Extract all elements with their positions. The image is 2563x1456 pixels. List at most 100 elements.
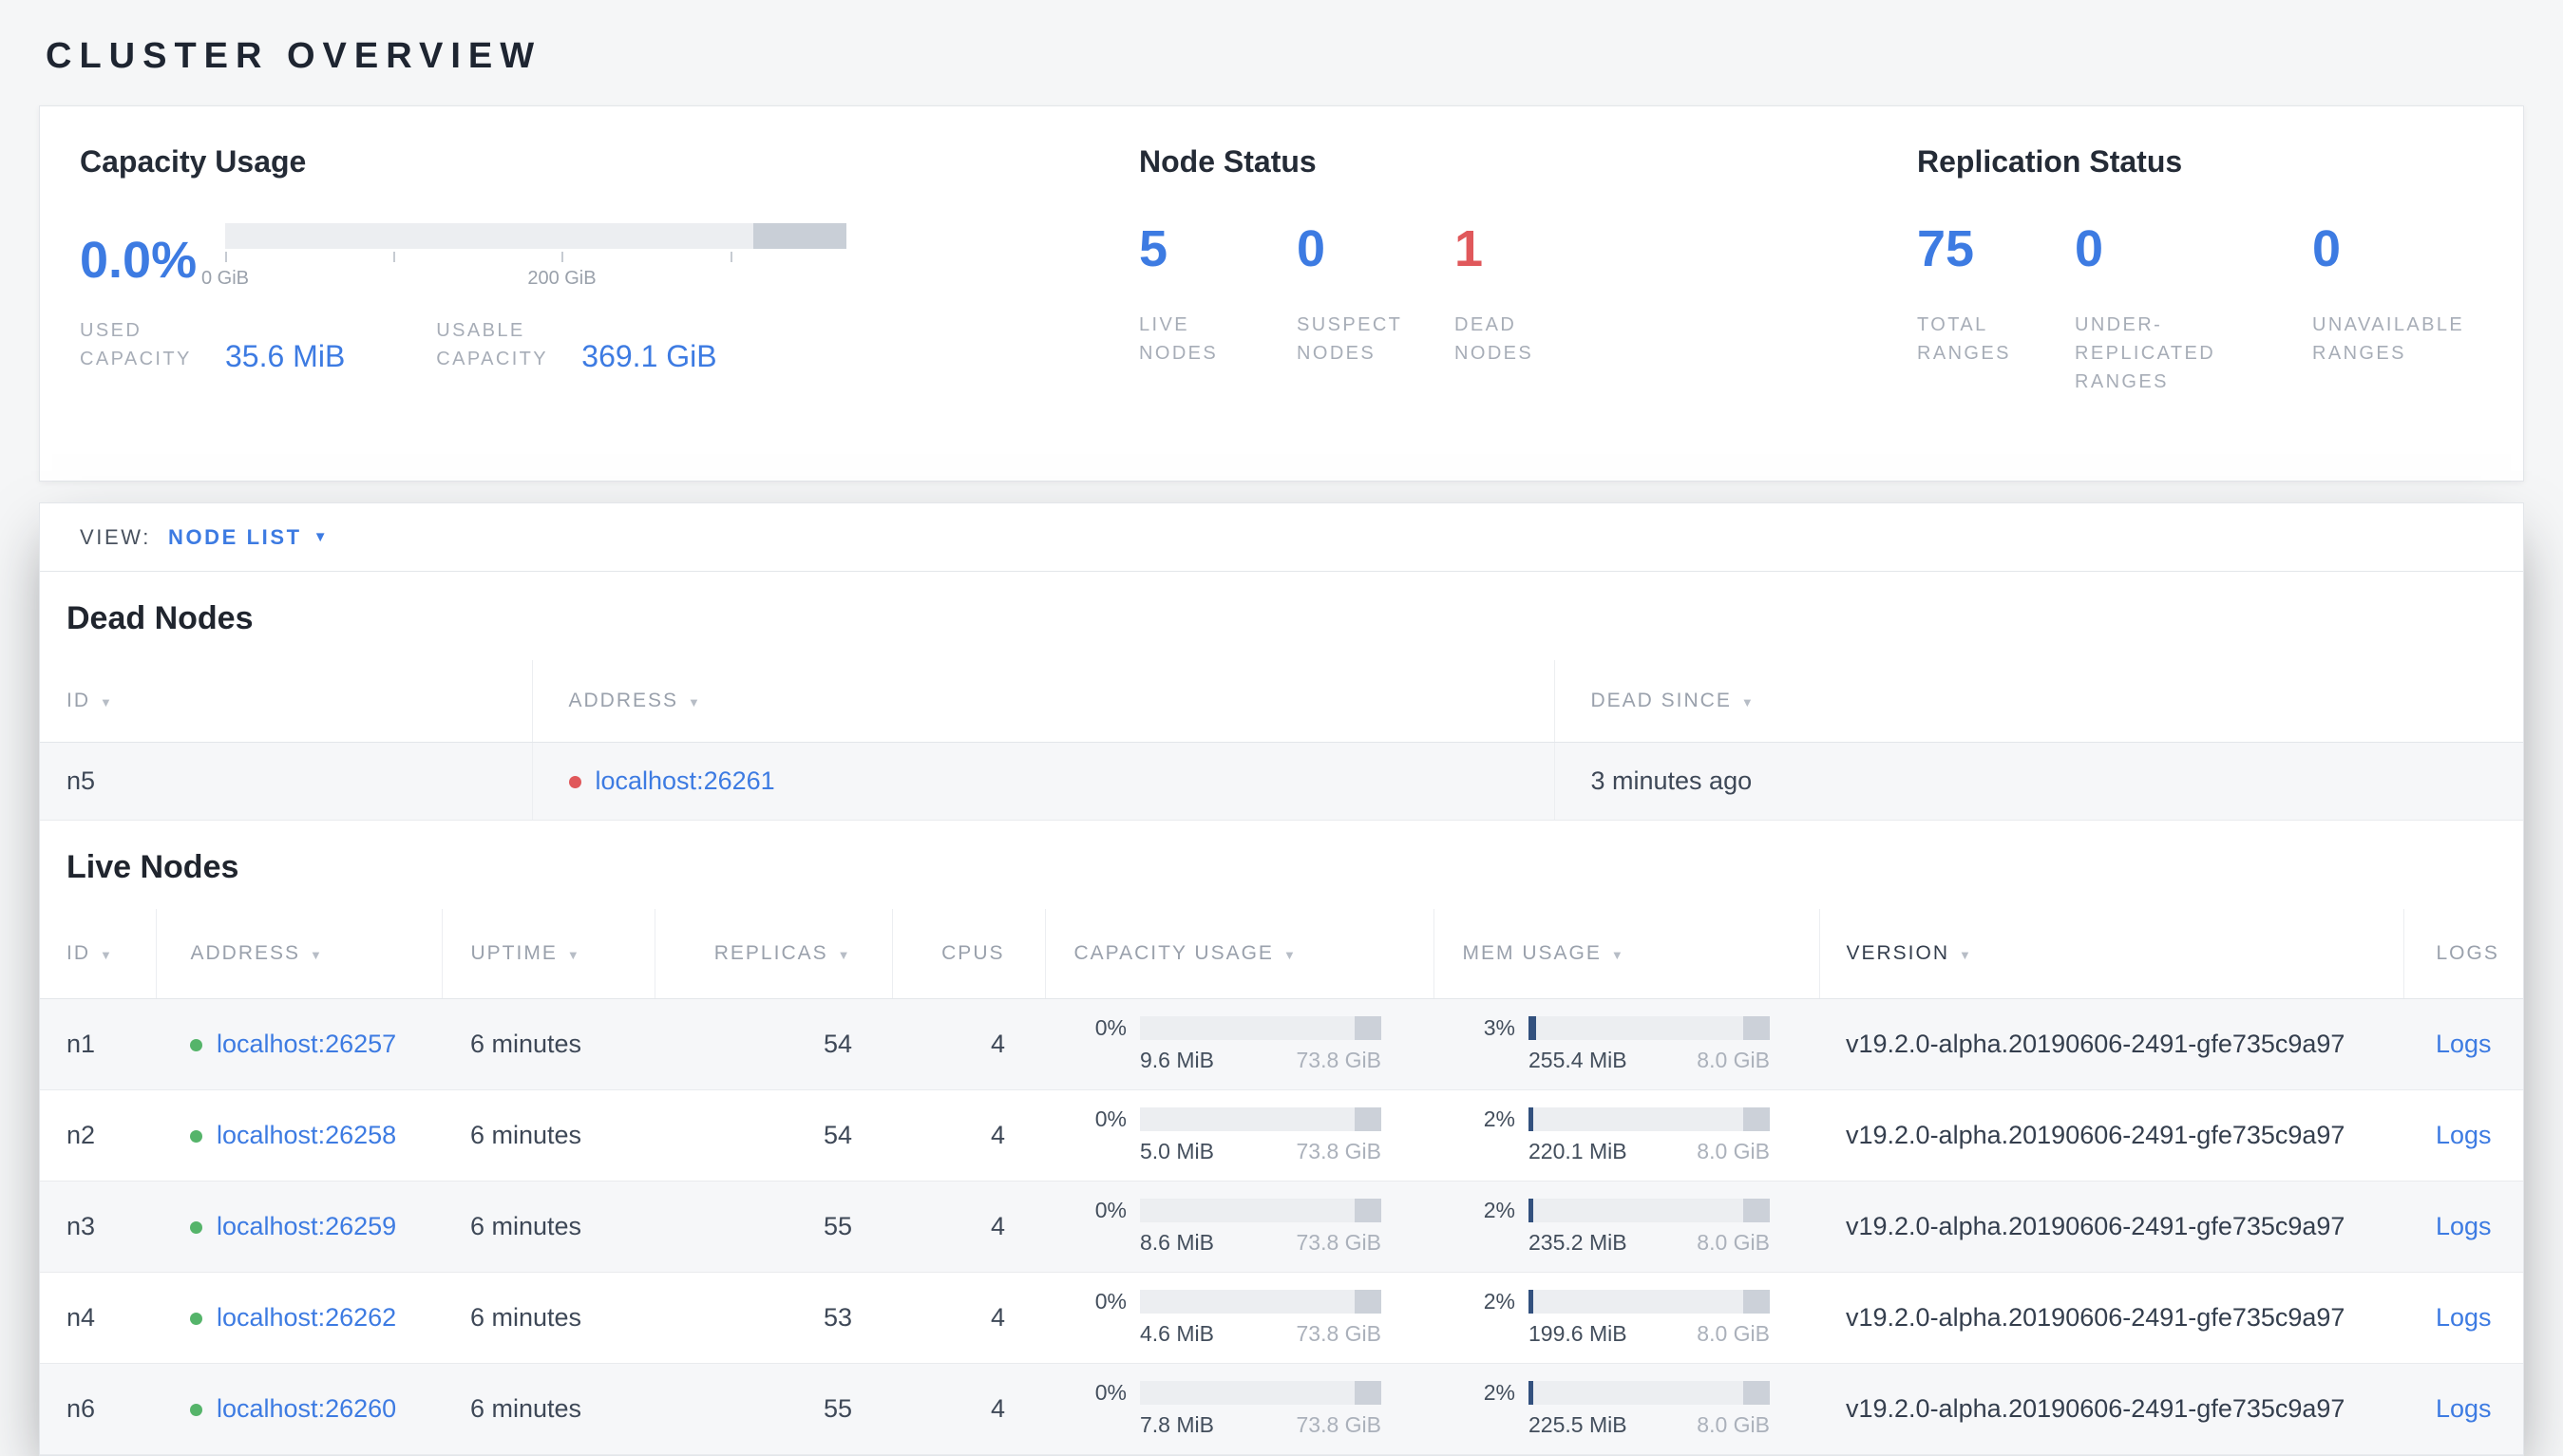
node-list-panel: VIEW: NODE LIST ▼ Dead Nodes ID ▼ ADDRESS…	[39, 502, 2524, 1456]
dead-status-dot-icon	[568, 775, 581, 788]
node-cpus: 4	[892, 1089, 1045, 1182]
capacity-usage-bar	[225, 223, 846, 249]
node-version: v19.2.0-alpha.20190606-2491-gfe735c9a97	[1819, 1089, 2403, 1182]
column-label: ID	[66, 941, 90, 964]
axis-tick-label: 200 GiB	[527, 268, 597, 289]
dead-col-header-dead-since[interactable]: DEAD SINCE ▼	[1553, 660, 2523, 743]
dead-col-header-id[interactable]: ID ▼	[40, 660, 532, 743]
node-replicas: 54	[655, 998, 892, 1090]
mem-usage-cell: 2% 199.6 MiB 8.0 GiB	[1462, 1289, 1819, 1347]
node-cpus: 4	[892, 998, 1045, 1090]
mem-used-value: 235.2 MiB	[1528, 1230, 1627, 1255]
view-bar: VIEW: NODE LIST ▼	[40, 503, 2523, 572]
sort-desc-icon: ▼	[688, 694, 702, 709]
mem-percent: 2%	[1483, 1289, 1515, 1314]
suspect-nodes-count: 0	[1297, 220, 1326, 277]
sort-desc-icon: ▼	[310, 947, 324, 962]
logs-link[interactable]: Logs	[2436, 1121, 2492, 1149]
axis-tick	[561, 252, 564, 262]
unavailable-ranges-count: 0	[2312, 220, 2342, 277]
capacity-usage-bar	[1140, 1107, 1381, 1131]
node-uptime: 6 minutes	[442, 1272, 655, 1364]
axis-tick	[225, 252, 227, 262]
mem-used-value: 255.4 MiB	[1528, 1048, 1627, 1072]
node-id: n1	[40, 998, 156, 1090]
dead-col-header-address[interactable]: ADDRESS ▼	[531, 660, 1554, 743]
live-nodes-count: 5	[1139, 220, 1168, 277]
column-label: MEM USAGE	[1462, 941, 1602, 964]
live-status-dot-icon	[190, 1313, 202, 1326]
bar-segment	[1743, 1199, 1770, 1222]
sort-desc-icon: ▼	[1610, 947, 1625, 962]
column-label: ID	[66, 689, 90, 711]
dead-nodes-label: DEAD NODES	[1454, 314, 1534, 364]
node-status-section: Node Status 5 LIVE NODES 0 SUSPECT NODES…	[1139, 144, 1917, 437]
table-row: n4 localhost:26262 6 minutes 53 4 0% 4.6…	[40, 1272, 2523, 1364]
capacity-used-value: 8.6 MiB	[1140, 1230, 1214, 1255]
node-replicas: 53	[655, 1272, 892, 1364]
node-cpus: 4	[892, 1363, 1045, 1455]
logs-link[interactable]: Logs	[2436, 1030, 2492, 1058]
column-label: DEAD SINCE	[1590, 689, 1732, 711]
node-address-link[interactable]: localhost:26259	[217, 1212, 396, 1240]
node-address-link[interactable]: localhost:26262	[217, 1303, 396, 1332]
capacity-used-value: 5.0 MiB	[1140, 1139, 1214, 1163]
mem-usage-bar	[1528, 1290, 1770, 1314]
capacity-usage-cell: 0% 4.6 MiB 73.8 GiB	[1073, 1289, 1433, 1347]
capacity-usage-cell: 0% 8.6 MiB 73.8 GiB	[1073, 1198, 1433, 1256]
node-uptime: 6 minutes	[442, 1089, 655, 1182]
capacity-usage-cell: 0% 9.6 MiB 73.8 GiB	[1073, 1015, 1433, 1073]
node-id: n3	[40, 1181, 156, 1273]
logs-link[interactable]: Logs	[2436, 1212, 2492, 1240]
mem-total-value: 8.0 GiB	[1697, 1048, 1770, 1072]
bar-fill	[1528, 1016, 1536, 1040]
column-label: REPLICAS	[713, 941, 828, 964]
capacity-total-value: 73.8 GiB	[1296, 1321, 1382, 1346]
mem-used-value: 220.1 MiB	[1528, 1139, 1627, 1163]
capacity-axis: 0 GiB 200 GiB	[201, 252, 846, 297]
col-header-id[interactable]: ID ▼	[40, 908, 156, 999]
under-replicated-ranges-label: UNDER-REPLICATED RANGES	[2075, 314, 2216, 392]
dead-since-value: 3 minutes ago	[1553, 742, 2523, 821]
capacity-reserved-segment	[752, 223, 846, 249]
usable-capacity-value: 369.1 GiB	[581, 339, 717, 374]
capacity-percent: 0%	[1094, 1380, 1127, 1405]
capacity-percent: 0%	[1094, 1198, 1127, 1222]
node-address-link[interactable]: localhost:26257	[217, 1030, 396, 1058]
col-header-version[interactable]: VERSION ▼	[1818, 908, 2403, 999]
mem-percent: 2%	[1483, 1198, 1515, 1222]
bar-fill	[1528, 1199, 1534, 1222]
capacity-usage-bar	[1140, 1381, 1381, 1405]
unavailable-ranges-stat: 0 UNAVAILABLE RANGES	[2312, 223, 2483, 396]
view-selector-dropdown[interactable]: NODE LIST ▼	[168, 525, 328, 550]
replication-status-section: Replication Status 75 TOTAL RANGES 0 UND…	[1917, 144, 2483, 437]
node-status-title: Node Status	[1139, 144, 1317, 179]
col-header-replicas[interactable]: REPLICAS ▼	[654, 908, 892, 999]
logs-link[interactable]: Logs	[2436, 1303, 2492, 1332]
mem-total-value: 8.0 GiB	[1697, 1230, 1770, 1255]
chevron-down-icon: ▼	[313, 529, 328, 545]
column-label: UPTIME	[470, 941, 558, 964]
capacity-used-value: 7.8 MiB	[1140, 1412, 1214, 1437]
dead-node-row: n5 localhost:26261 3 minutes ago	[40, 742, 2523, 821]
mem-usage-cell: 3% 255.4 MiB 8.0 GiB	[1462, 1015, 1819, 1073]
node-address-link[interactable]: localhost:26258	[217, 1121, 396, 1149]
suspect-nodes-label: SUSPECT NODES	[1297, 314, 1402, 364]
node-address-link[interactable]: localhost:26260	[217, 1394, 396, 1423]
col-header-address[interactable]: ADDRESS ▼	[155, 908, 442, 999]
node-address-link[interactable]: localhost:26261	[596, 766, 775, 795]
mem-usage-bar	[1528, 1016, 1770, 1040]
capacity-usage-bar	[1140, 1199, 1381, 1222]
view-label: VIEW:	[80, 524, 151, 549]
col-header-uptime[interactable]: UPTIME ▼	[441, 908, 655, 999]
col-header-mem-usage[interactable]: MEM USAGE ▼	[1433, 908, 1819, 999]
logs-link[interactable]: Logs	[2436, 1394, 2492, 1423]
mem-percent: 2%	[1483, 1380, 1515, 1405]
sort-desc-icon: ▼	[100, 694, 114, 709]
live-nodes-stat: 5 LIVE NODES	[1139, 223, 1297, 368]
column-label: ADDRESS	[190, 941, 301, 964]
mem-percent: 3%	[1483, 1015, 1515, 1040]
col-header-capacity-usage[interactable]: CAPACITY USAGE ▼	[1044, 908, 1433, 999]
mem-usage-bar	[1528, 1199, 1770, 1222]
sort-desc-icon: ▼	[100, 947, 114, 962]
